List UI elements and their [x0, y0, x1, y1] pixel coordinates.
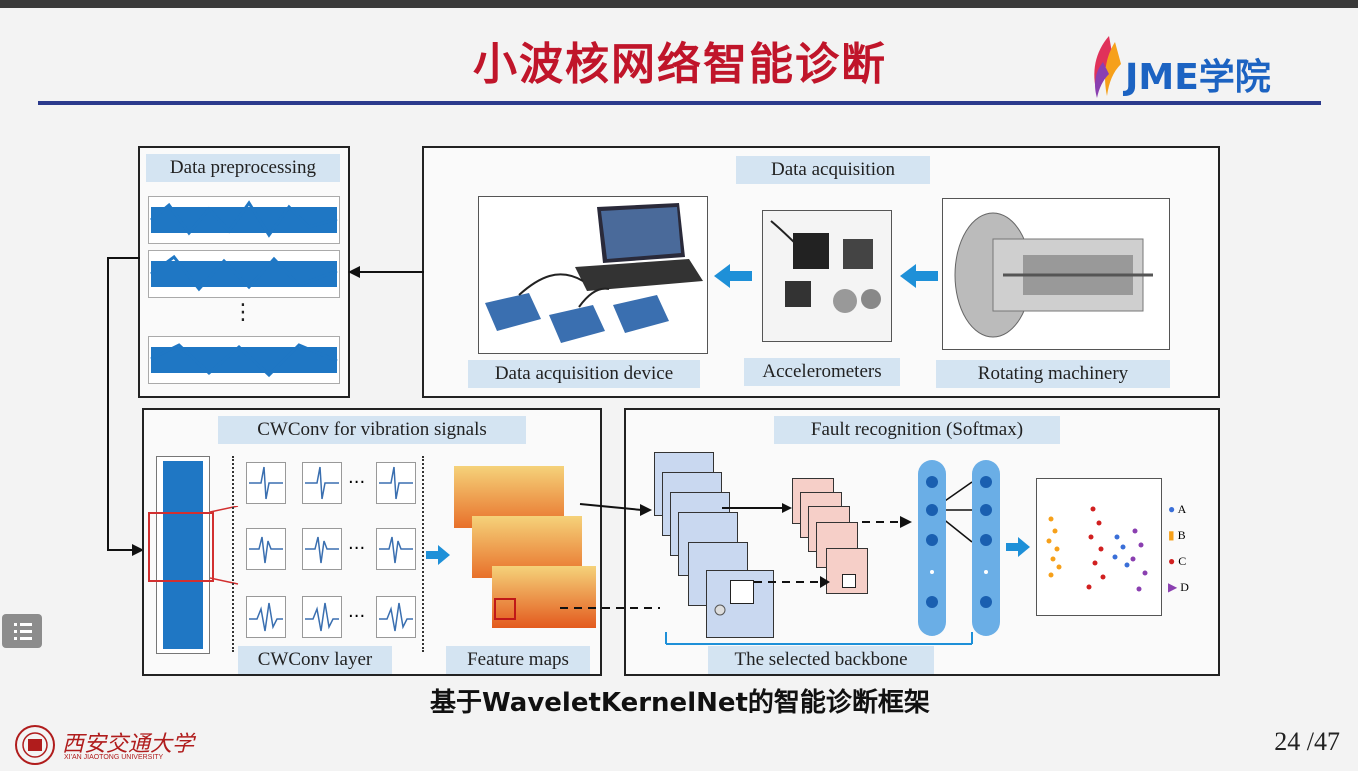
signal-window — [148, 512, 214, 582]
figure-caption: 基于WaveletKernelNet的智能诊断框架 — [430, 688, 930, 718]
legend-item-a: ● A — [1168, 502, 1187, 516]
data-acquisition-label: Data acquisition — [736, 156, 930, 184]
kernel — [246, 596, 286, 638]
cwconv-title-label: CWConv for vibration signals — [218, 416, 526, 444]
arrow-to-preprocessing — [348, 266, 424, 278]
arrow-left-icon — [900, 264, 938, 288]
wavelet-icon — [305, 602, 339, 632]
kernel — [302, 462, 342, 504]
university-seal-icon — [15, 725, 55, 765]
laptop-devices-icon — [485, 203, 703, 343]
wavelet-icon — [249, 602, 283, 632]
rotating-machinery-label: Rotating machinery — [936, 360, 1170, 388]
fc-layer-2 — [972, 460, 1000, 636]
selected-backbone-label: The selected backbone — [708, 646, 934, 674]
legend: ● A ▮ B ● C ▶ D — [1168, 502, 1212, 602]
fault-recognition-box: Fault recognition (Softmax) ● A ▮ B ● C … — [624, 408, 1220, 676]
window-projection — [210, 506, 239, 585]
neuron-column-icon — [980, 476, 992, 608]
waveform-icon — [150, 254, 338, 292]
tsne-scatter — [1036, 478, 1162, 616]
horizontal-dots: ··· — [348, 472, 366, 493]
signal-3 — [148, 336, 340, 384]
sensor-icon — [770, 220, 881, 313]
waveform-icon — [150, 200, 338, 238]
top-bar — [0, 0, 1358, 8]
dotted-divider — [422, 456, 424, 652]
accelerometers-label: Accelerometers — [744, 358, 900, 386]
waveform-icon — [150, 343, 338, 378]
wavelet-icon — [305, 536, 339, 564]
kernel — [376, 528, 416, 570]
signal-1 — [148, 196, 340, 244]
jme-logo: JME学院 — [1085, 32, 1315, 102]
page-number: 24 /47 — [1274, 727, 1340, 756]
menu-icon — [14, 623, 32, 640]
wavelet-icon — [379, 602, 413, 632]
university-logo: 西安交通大学 XI'AN JIAOTONG UNIVERSITY — [14, 724, 214, 766]
slide-title: 小波核网络智能诊断 — [473, 39, 887, 90]
arrow-right-icon — [1006, 537, 1030, 557]
kernel — [302, 528, 342, 570]
legend-item-d: ▶ D — [1168, 580, 1189, 594]
logo-text: JME学院 — [1125, 57, 1271, 98]
acquisition-device-image — [478, 196, 708, 354]
kernel — [376, 596, 416, 638]
university-subname: XI'AN JIAOTONG UNIVERSITY — [64, 754, 164, 761]
scatter-plot-icon — [1046, 506, 1148, 592]
neuron-column-icon — [926, 476, 938, 608]
horizontal-dots: ··· — [348, 606, 366, 627]
accelerometers-image — [762, 210, 892, 342]
wavelet-icon — [305, 466, 339, 500]
feature-maps-label: Feature maps — [446, 646, 590, 674]
rotating-machinery-image — [942, 198, 1170, 350]
data-preprocessing-box: Data preprocessing ⋮ — [138, 146, 350, 398]
turbine-icon — [954, 212, 1153, 338]
signal-2 — [148, 250, 340, 298]
data-acquisition-box: Data acquisition Data acquisition device — [422, 146, 1220, 398]
cross-box-arrows — [560, 503, 660, 609]
legend-item-c: ● C — [1168, 554, 1187, 568]
fc-layer-1 — [918, 460, 946, 636]
arrow-left-icon — [714, 264, 752, 288]
data-preprocessing-label: Data preprocessing — [146, 154, 340, 182]
kernel — [246, 528, 286, 570]
legend-item-b: ▮ B — [1168, 528, 1186, 542]
kernel — [246, 462, 286, 504]
dotted-divider — [232, 456, 234, 652]
slide-menu-button[interactable] — [2, 614, 42, 648]
arrow-right-icon — [426, 545, 450, 565]
wavelet-icon — [249, 466, 283, 500]
horizontal-dots: ··· — [348, 538, 366, 559]
flame-logo-icon — [1094, 36, 1121, 98]
kernel — [302, 596, 342, 638]
cwconv-layer-label: CWConv layer — [238, 646, 392, 674]
wavelet-icon — [379, 466, 413, 500]
acquisition-device-label: Data acquisition device — [468, 360, 700, 388]
slide: 小波核网络智能诊断 JME学院 Data preprocessing ⋮ Dat… — [0, 0, 1358, 771]
title-rule — [38, 101, 1321, 105]
vertical-dots: ⋮ — [232, 300, 254, 325]
wavelet-icon — [379, 536, 413, 564]
wavelet-icon — [249, 536, 283, 564]
feature-window — [494, 598, 516, 620]
kernel — [376, 462, 416, 504]
cwconv-box: CWConv for vibration signals ··· ··· ···… — [142, 408, 602, 676]
